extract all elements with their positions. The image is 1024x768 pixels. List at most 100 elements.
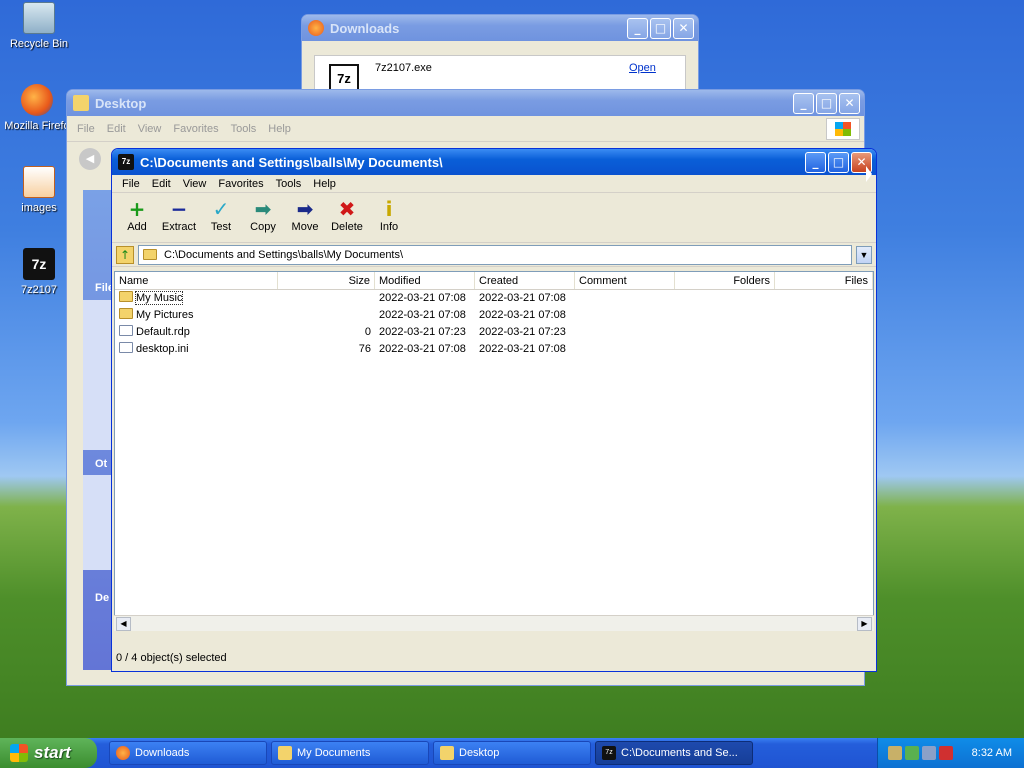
column-folders[interactable]: Folders: [675, 272, 775, 289]
task-pane-header[interactable]: File: [95, 282, 111, 294]
copy-label: Copy: [250, 221, 276, 233]
menu-edit[interactable]: Edit: [101, 123, 132, 135]
desktop-icon-label: Recycle Bin: [9, 38, 69, 50]
sevenzip-titlebar[interactable]: 7z C:\Documents and Settings\balls\My Do…: [112, 149, 876, 175]
back-button[interactable]: ◀: [79, 148, 101, 170]
info-icon: i: [385, 197, 393, 221]
row-name: My Pictures: [136, 309, 194, 321]
network-icon[interactable]: [888, 746, 902, 760]
desktop-icon-images[interactable]: images: [4, 166, 74, 214]
row-modified: 2022-03-21 07:08: [379, 343, 466, 355]
7zip-icon: 7z: [118, 154, 134, 170]
close-button[interactable]: ✕: [839, 92, 860, 114]
address-input[interactable]: C:\Documents and Settings\balls\My Docum…: [138, 244, 852, 265]
minimize-button[interactable]: _: [627, 17, 648, 39]
column-headers: Name Size Modified Created Comment Folde…: [115, 272, 873, 290]
window-title: Desktop: [95, 95, 147, 111]
info-button[interactable]: i Info: [368, 197, 410, 242]
firefox-icon: [21, 84, 53, 116]
task-7zip[interactable]: 7z C:\Documents and Se...: [595, 741, 753, 765]
task-label: C:\Documents and Se...: [621, 747, 738, 759]
task-my-documents[interactable]: My Documents: [271, 741, 429, 765]
menu-favorites[interactable]: Favorites: [212, 178, 269, 190]
move-button[interactable]: ➡ Move: [284, 197, 326, 242]
shield-icon[interactable]: [939, 746, 953, 760]
menu-file[interactable]: File: [71, 123, 101, 135]
copy-icon: ➡: [254, 197, 272, 221]
desktop-titlebar[interactable]: Desktop _ □ ✕: [67, 90, 864, 116]
task-label: My Documents: [297, 747, 371, 759]
row-name: Default.rdp: [136, 326, 190, 338]
test-button[interactable]: ✓ Test: [200, 197, 242, 242]
task-pane-header[interactable]: De: [95, 592, 111, 604]
column-files[interactable]: Files: [775, 272, 873, 289]
menu-view[interactable]: View: [132, 123, 168, 135]
windows-flag-icon: [10, 744, 28, 762]
desktop-icon-7z2107[interactable]: 7z 7z2107: [4, 248, 74, 296]
maximize-button[interactable]: □: [816, 92, 837, 114]
scroll-right-icon[interactable]: ▶: [857, 616, 872, 631]
menu-help[interactable]: Help: [307, 178, 342, 190]
minimize-button[interactable]: _: [793, 92, 814, 114]
image-icon: [23, 166, 55, 198]
downloads-titlebar[interactable]: Downloads _ □ ✕: [302, 15, 698, 41]
start-button[interactable]: start: [0, 738, 97, 768]
menu-view[interactable]: View: [177, 178, 213, 190]
my-documents-icon: [278, 746, 292, 760]
status-text: 0 / 4 object(s) selected: [116, 652, 227, 664]
row-name: My Music: [134, 291, 184, 305]
clock[interactable]: 8:32 AM: [972, 747, 1024, 759]
delete-icon: ✖: [338, 197, 356, 221]
7zip-icon: 7z: [602, 746, 616, 760]
task-downloads[interactable]: Downloads: [109, 741, 267, 765]
start-label: start: [34, 743, 71, 762]
test-label: Test: [210, 221, 232, 233]
menu-favorites[interactable]: Favorites: [167, 123, 224, 135]
table-row[interactable]: My Pictures 2022-03-21 07:08 2022-03-21 …: [115, 307, 873, 324]
table-row[interactable]: My Music 2022-03-21 07:08 2022-03-21 07:…: [115, 290, 873, 307]
delete-button[interactable]: ✖ Delete: [326, 197, 368, 242]
open-link[interactable]: Open: [629, 62, 656, 74]
rdp-file-icon: [119, 325, 133, 336]
column-size[interactable]: Size: [278, 272, 375, 289]
column-modified[interactable]: Modified: [375, 272, 475, 289]
sevenzip-window: 7z C:\Documents and Settings\balls\My Do…: [111, 148, 877, 672]
update-icon[interactable]: [905, 746, 919, 760]
menu-edit[interactable]: Edit: [146, 178, 177, 190]
mouse-cursor-icon: [866, 166, 872, 182]
extract-button[interactable]: − Extract: [158, 197, 200, 242]
table-row[interactable]: desktop.ini 76 2022-03-21 07:08 2022-03-…: [115, 341, 873, 358]
horizontal-scrollbar[interactable]: ◀ ▶: [114, 615, 874, 631]
menu-file[interactable]: File: [116, 178, 146, 190]
maximize-button[interactable]: □: [650, 17, 671, 39]
table-row[interactable]: Default.rdp 0 2022-03-21 07:23 2022-03-2…: [115, 324, 873, 341]
row-created: 2022-03-21 07:08: [479, 343, 566, 355]
ini-file-icon: [119, 342, 133, 353]
add-button[interactable]: + Add: [116, 197, 158, 242]
menu-tools[interactable]: Tools: [270, 178, 308, 190]
move-icon: ➡: [296, 197, 314, 221]
address-bar: ↑ C:\Documents and Settings\balls\My Doc…: [112, 243, 876, 267]
desktop-icon-recycle-bin[interactable]: Recycle Bin: [4, 2, 74, 50]
menu-tools[interactable]: Tools: [225, 123, 263, 135]
column-name[interactable]: Name: [115, 272, 278, 289]
minimize-button[interactable]: _: [805, 151, 826, 173]
7zip-icon: 7z: [23, 248, 55, 280]
menu-help[interactable]: Help: [262, 123, 297, 135]
address-dropdown-icon[interactable]: ▼: [856, 245, 872, 264]
desktop-icon-firefox[interactable]: Mozilla Firefo: [2, 84, 72, 132]
task-pane-header[interactable]: Ot: [95, 458, 111, 470]
up-folder-icon[interactable]: ↑: [116, 245, 134, 264]
menu-bar: File Edit View Favorites Tools Help: [67, 116, 864, 142]
move-label: Move: [291, 221, 319, 233]
maximize-button[interactable]: □: [828, 151, 849, 173]
security-icon[interactable]: [922, 746, 936, 760]
menu-bar: File Edit View Favorites Tools Help: [112, 175, 876, 193]
close-button[interactable]: ✕: [673, 17, 694, 39]
task-desktop[interactable]: Desktop: [433, 741, 591, 765]
scroll-left-icon[interactable]: ◀: [116, 616, 131, 631]
address-text: C:\Documents and Settings\balls\My Docum…: [164, 248, 404, 261]
column-created[interactable]: Created: [475, 272, 575, 289]
copy-button[interactable]: ➡ Copy: [242, 197, 284, 242]
column-comment[interactable]: Comment: [575, 272, 675, 289]
